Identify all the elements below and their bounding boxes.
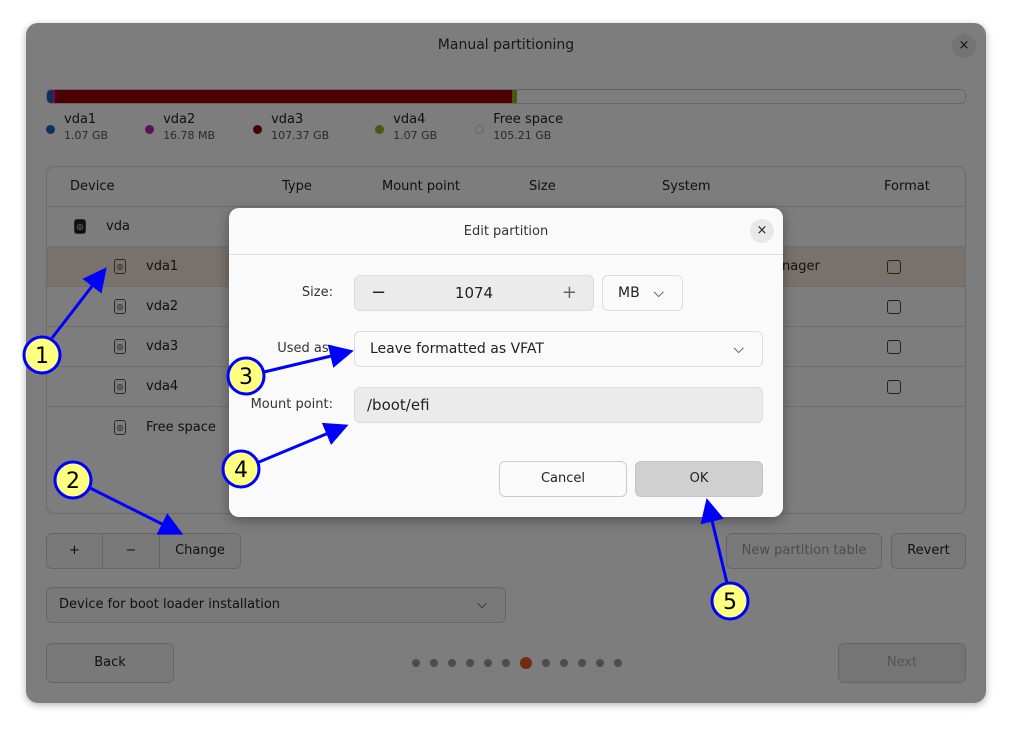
annotation-arrow [700,498,729,584]
svg-text:2: 2 [66,469,80,494]
annotation-marker: 2 [53,460,93,500]
annotation-arrow [50,267,107,339]
annotation-marker: 1 [22,335,62,375]
annotation-arrow [258,422,349,464]
annotation-layer: 1 2 3 4 5 [22,267,750,621]
svg-text:5: 5 [723,590,737,615]
annotation-marker: 3 [226,356,266,396]
annotation-marker: 4 [221,449,261,489]
svg-text:1: 1 [35,344,49,369]
annotation-marker: 5 [710,581,750,621]
annotation-arrow [263,344,354,374]
annotation-arrow [89,486,184,535]
svg-text:3: 3 [239,365,253,390]
svg-text:4: 4 [234,458,248,483]
